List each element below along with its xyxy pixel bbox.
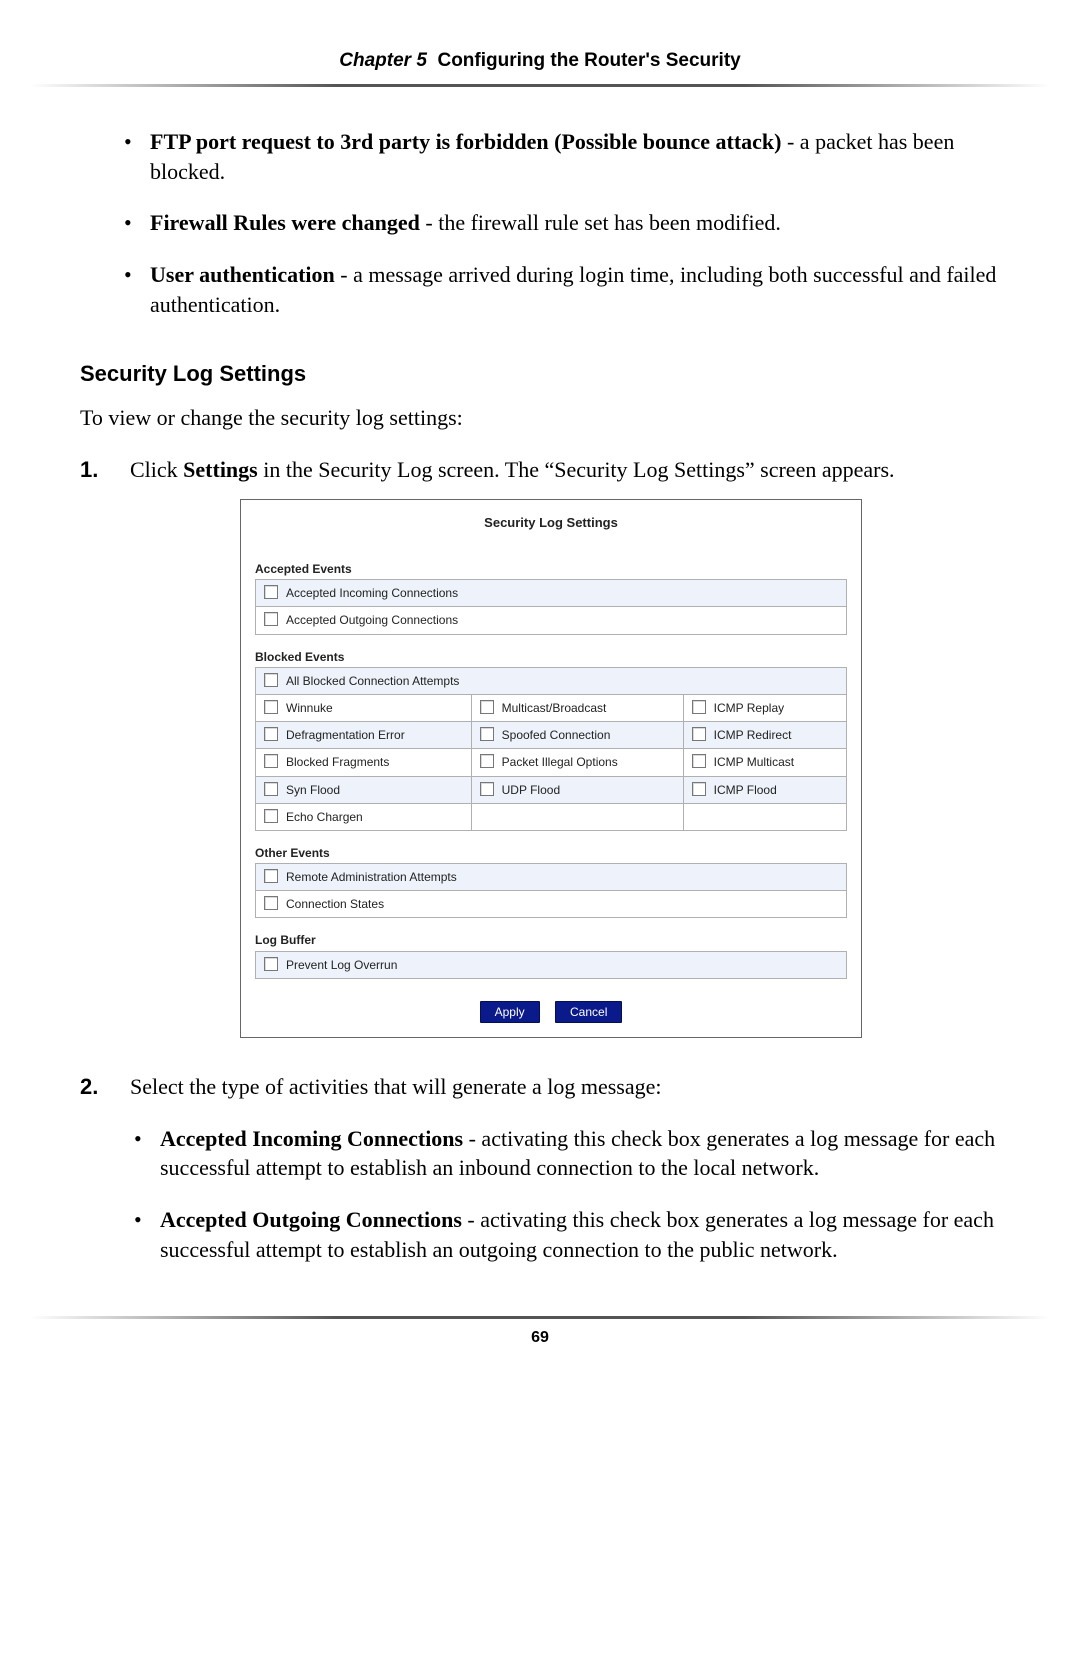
checkbox-label: ICMP Multicast [714, 755, 794, 769]
list-item: Firewall Rules were changed - the firewa… [150, 208, 1000, 238]
page-header: Chapter 5 Configuring the Router's Secur… [0, 50, 1080, 84]
list-item: User authentication - a message arrived … [150, 260, 1000, 319]
checkbox-blocked-fragments[interactable] [264, 754, 278, 768]
checkbox-label: Defragmentation Error [286, 728, 405, 742]
checkbox-label: Multicast/Broadcast [502, 701, 607, 715]
checkbox-defrag-error[interactable] [264, 727, 278, 741]
checkbox-remote-admin[interactable] [264, 869, 278, 883]
checkbox-label: All Blocked Connection Attempts [286, 674, 459, 688]
checkbox-packet-illegal[interactable] [480, 754, 494, 768]
list-item: Accepted Incoming Connections - activati… [160, 1124, 1000, 1183]
checkbox-accepted-outgoing[interactable] [264, 612, 278, 626]
log-buffer-table: Prevent Log Overrun [255, 951, 847, 979]
checkbox-label: Spoofed Connection [502, 728, 611, 742]
checkbox-label: Accepted Incoming Connections [286, 586, 458, 600]
other-events-heading: Other Events [255, 845, 847, 861]
checkbox-connection-states[interactable] [264, 896, 278, 910]
chapter-title: Configuring the Router's Security [437, 50, 740, 71]
accepted-events-table: Accepted Incoming Connections Accepted O… [255, 579, 847, 634]
checkbox-icmp-redirect[interactable] [692, 727, 706, 741]
checkbox-label: Blocked Fragments [286, 755, 389, 769]
blocked-events-table: All Blocked Connection Attempts Winnuke … [255, 667, 847, 831]
blocked-events-heading: Blocked Events [255, 649, 847, 665]
section-intro: To view or change the security log setti… [80, 403, 1000, 433]
list-item: Accepted Outgoing Connections - activati… [160, 1205, 1000, 1264]
log-buffer-heading: Log Buffer [255, 932, 847, 948]
checkbox-label: Winnuke [286, 701, 333, 715]
checkbox-label: Packet Illegal Options [502, 755, 618, 769]
checkbox-winnuke[interactable] [264, 700, 278, 714]
checkbox-all-blocked[interactable] [264, 673, 278, 687]
checkbox-syn-flood[interactable] [264, 782, 278, 796]
cancel-button[interactable]: Cancel [555, 1001, 622, 1023]
checkbox-label: Accepted Outgoing Connections [286, 613, 458, 627]
step-1: Click Settings in the Security Log scree… [80, 455, 1000, 1038]
checkbox-icmp-multicast[interactable] [692, 754, 706, 768]
checkbox-label: Echo Chargen [286, 810, 363, 824]
accepted-events-heading: Accepted Events [255, 561, 847, 577]
checkbox-icmp-replay[interactable] [692, 700, 706, 714]
chapter-label: Chapter 5 [339, 50, 427, 71]
checkbox-label: Syn Flood [286, 783, 340, 797]
checkbox-icmp-flood[interactable] [692, 782, 706, 796]
checkbox-label: Remote Administration Attempts [286, 870, 457, 884]
checkbox-prevent-overrun[interactable] [264, 957, 278, 971]
checkbox-echo-chargen[interactable] [264, 809, 278, 823]
page-number: 69 [0, 1319, 1080, 1347]
apply-button[interactable]: Apply [480, 1001, 540, 1023]
checkbox-label: UDP Flood [502, 783, 560, 797]
intro-bullet-list: FTP port request to 3rd party is forbidd… [80, 127, 1000, 319]
checkbox-label: Connection States [286, 897, 384, 911]
checkbox-label: ICMP Flood [714, 783, 777, 797]
checkbox-label: Prevent Log Overrun [286, 958, 397, 972]
settings-screenshot: Security Log Settings Accepted Events Ac… [240, 499, 862, 1039]
checkbox-multicast[interactable] [480, 700, 494, 714]
panel-title: Security Log Settings [255, 508, 847, 548]
checkbox-spoofed[interactable] [480, 727, 494, 741]
list-item: FTP port request to 3rd party is forbidd… [150, 127, 1000, 186]
checkbox-udp-flood[interactable] [480, 782, 494, 796]
step-2: Select the type of activities that will … [80, 1072, 1000, 1264]
other-events-table: Remote Administration Attempts Connectio… [255, 863, 847, 918]
checkbox-accepted-incoming[interactable] [264, 585, 278, 599]
checkbox-label: ICMP Redirect [714, 728, 792, 742]
section-heading: Security Log Settings [80, 359, 1000, 389]
checkbox-label: ICMP Replay [714, 701, 784, 715]
